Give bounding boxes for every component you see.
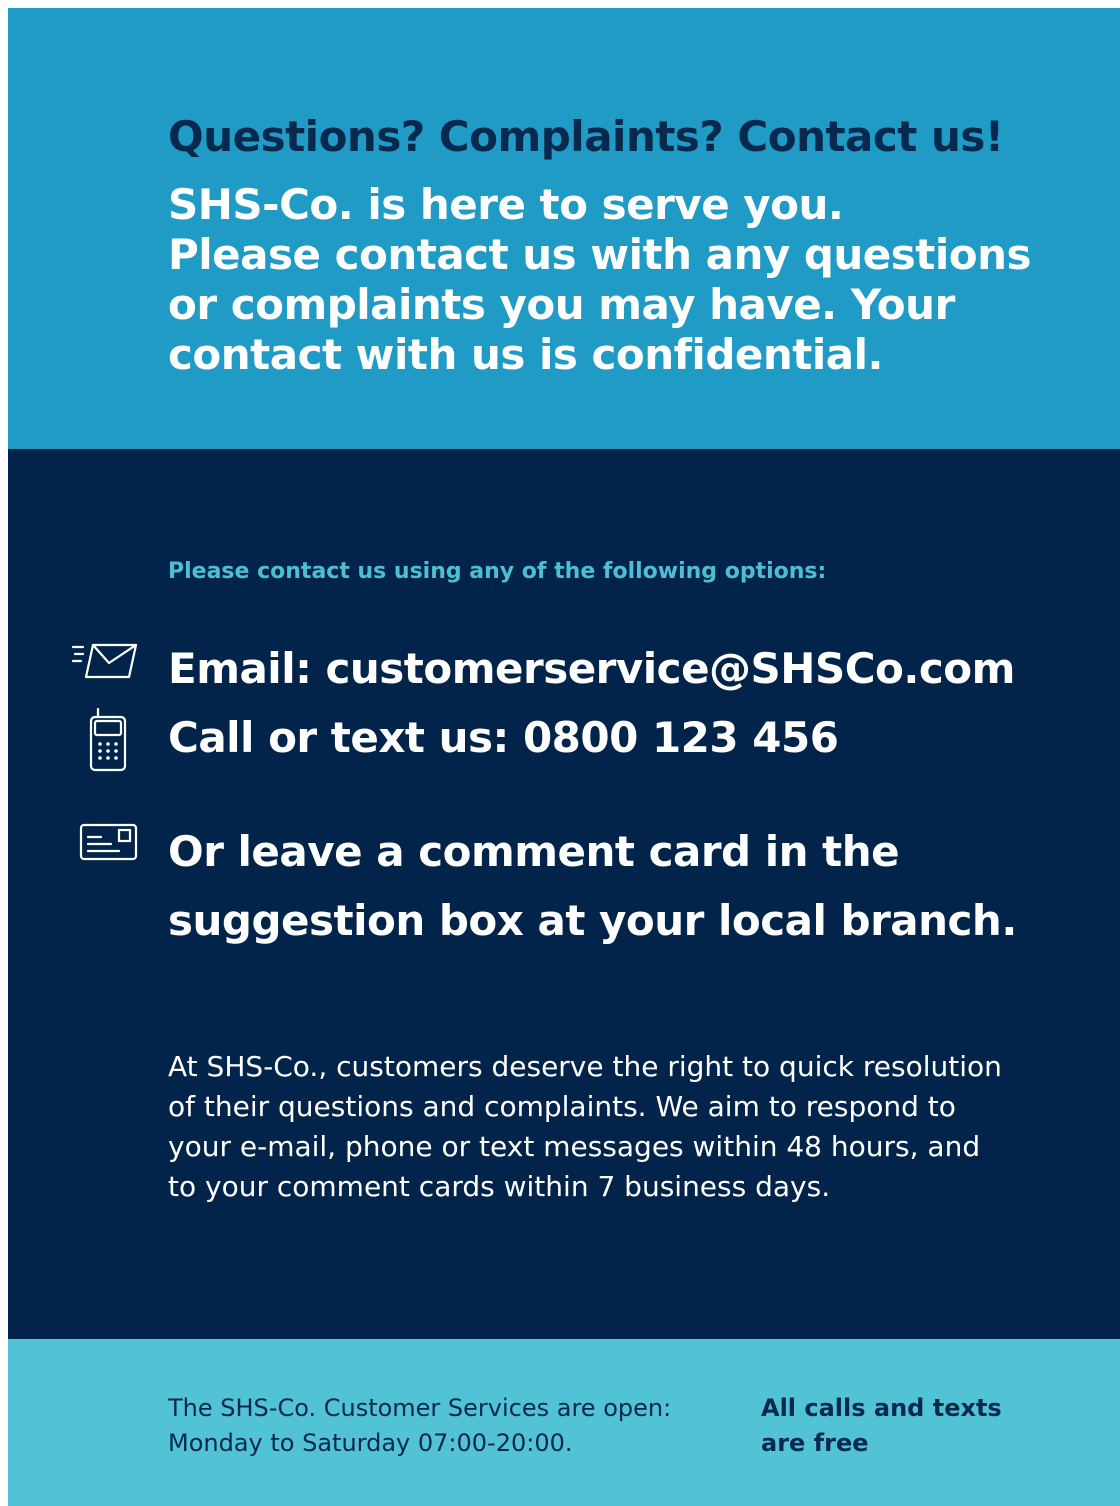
policy-line: At SHS-Co., customers deserve the right … [168,1050,1002,1083]
hours-line: The SHS-Co. Customer Services are open: [168,1394,672,1422]
phone-contact[interactable]: Call or text us: 0800 123 456 [168,713,839,762]
comment-card-contact: Or leave a comment card in the suggestio… [168,817,1017,955]
page-title: Questions? Complaints? Contact us! [168,112,1004,161]
policy-line: of their questions and complaints. We ai… [168,1090,956,1123]
hours-line: Monday to Saturday 07:00-20:00. [168,1429,573,1457]
policy-line: your e-mail, phone or text messages with… [168,1130,981,1163]
intro-line: contact with us is confidential. [168,330,883,379]
contact-options-section: Please contact us using any of the follo… [8,449,1120,1339]
policy-line: to your comment cards within 7 business … [168,1170,831,1203]
intro-line: or complaints you may have. Your [168,280,955,329]
footer-band: The SHS-Co. Customer Services are open: … [8,1339,1120,1506]
opening-hours: The SHS-Co. Customer Services are open: … [168,1391,671,1461]
intro-line: Please contact us with any questions [168,230,1032,279]
intro-line: SHS-Co. is here to serve you. [168,180,844,229]
card-line: Or leave a comment card in the [168,827,900,876]
comment-card-icon [79,823,139,863]
mobile-phone-icon [88,707,128,773]
card-line: suggestion box at your local branch. [168,896,1017,945]
email-envelope-icon [71,642,147,682]
top-banner: Questions? Complaints? Contact us! SHS-C… [8,8,1120,449]
options-label: Please contact us using any of the follo… [168,559,827,584]
free-line: are free [761,1429,869,1457]
free-calls-note: All calls and texts are free [761,1391,1002,1461]
contact-flyer: Questions? Complaints? Contact us! SHS-C… [8,8,1120,1506]
response-policy-text: At SHS-Co., customers deserve the right … [168,1047,1068,1207]
email-contact[interactable]: Email: customerservice@SHSCo.com [168,644,1015,693]
intro-text: SHS-Co. is here to serve you. Please con… [168,180,1048,380]
free-line: All calls and texts [761,1394,1002,1422]
